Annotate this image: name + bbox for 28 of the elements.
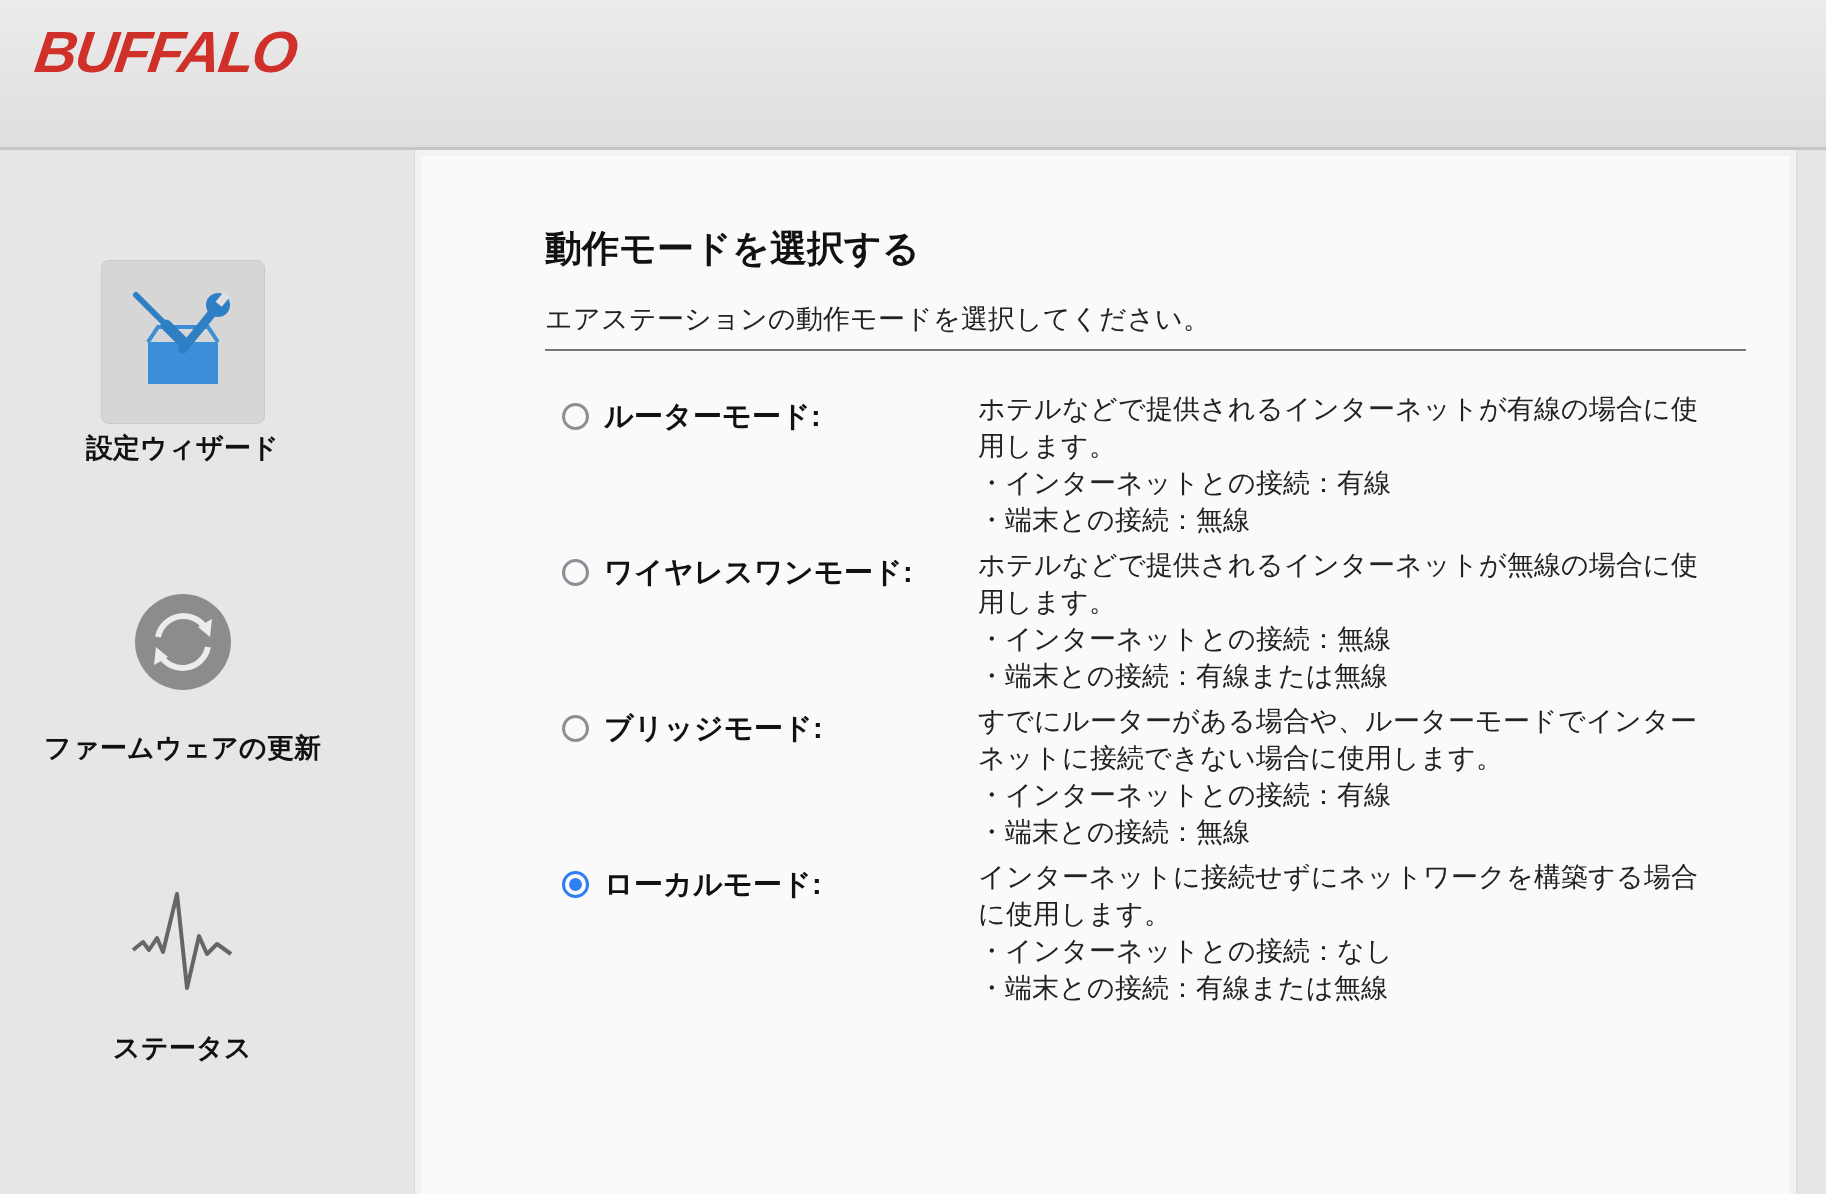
sidebar-item[interactable]: ステータス — [2, 860, 363, 1160]
radio-button[interactable] — [562, 871, 589, 898]
mode-description: インターネットに接続せずにネットワークを構築する場合に使用します。 — [978, 861, 1699, 931]
mode-detail: ・端末との接続：無線 — [978, 816, 1251, 849]
radio-button[interactable] — [562, 715, 589, 742]
mode-description: ホテルなどで提供されるインターネットが有線の場合に使用します。 — [978, 393, 1699, 463]
mode-detail: ・インターネットとの接続：無線 — [978, 623, 1392, 656]
radio-button[interactable] — [562, 559, 589, 586]
mode-description: すでにルーターがある場合や、ルーターモードでインターネットに接続できない場合に使用します。 — [978, 705, 1698, 775]
mode-description: ホテルなどで提供されるインターネットが無線の場合に使用します。 — [978, 549, 1699, 619]
sidebar-item[interactable]: ファームウェアの更新 — [2, 560, 363, 860]
mode-detail: ・インターネットとの接続：有線 — [978, 779, 1392, 812]
mode-label: ワイヤレスワンモード: — [604, 555, 913, 590]
page-title: 動作モードを選択する — [545, 227, 921, 271]
refresh-icon — [133, 593, 232, 691]
pulse-icon — [130, 892, 235, 992]
mode-detail: ・端末との接続：無線 — [978, 504, 1251, 537]
mode-label: ルーターモード: — [604, 399, 821, 434]
mode-label: ローカルモード: — [604, 867, 822, 902]
mode-detail: ・端末との接続：有線または無線 — [978, 972, 1389, 1005]
mode-detail: ・インターネットとの接続：なし — [978, 935, 1394, 968]
page-subtitle: エアステーションの動作モードを選択してください。 — [545, 298, 1746, 351]
sidebar-item[interactable]: 設定ウィザード — [2, 260, 363, 560]
mode-detail: ・インターネットとの接続：有線 — [978, 467, 1392, 500]
radio-button[interactable] — [562, 403, 589, 430]
brand-logo: BUFFALO — [30, 18, 302, 86]
mode-detail: ・端末との接続：有線または無線 — [978, 660, 1389, 693]
mode-label: ブリッジモード: — [604, 711, 823, 746]
